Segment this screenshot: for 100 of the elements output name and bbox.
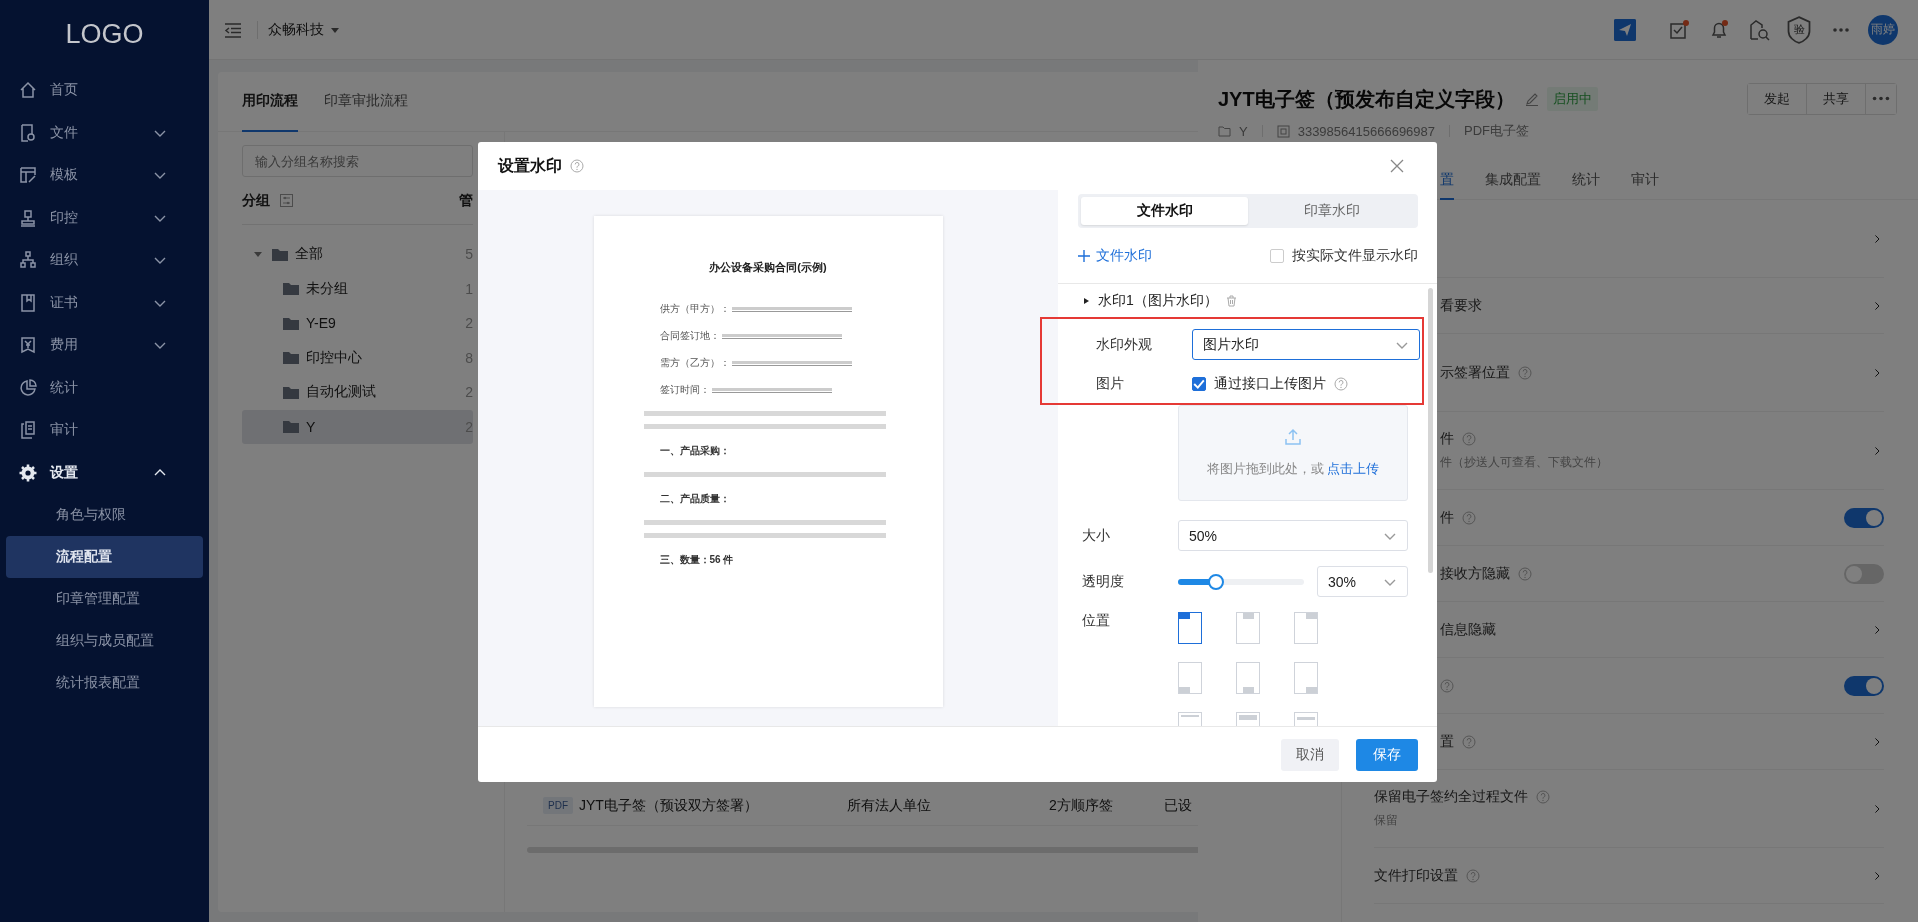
logo-text: LOGO [65,19,144,50]
position-option[interactable] [1178,612,1202,644]
document-text: 合同签订地： [659,328,720,343]
tab[interactable]: 文件水印 [1081,197,1248,225]
sidebar-item[interactable]: 首页 [0,69,209,112]
tab[interactable]: 审计 [1631,162,1659,200]
stamp-icon [18,207,38,228]
dialog-title: 设置水印 [498,155,562,176]
tab[interactable]: 用印流程 [242,72,298,132]
sidebar-subitem[interactable]: 流程配置 [6,536,203,578]
folder-icon [1218,124,1231,138]
field-label: 大小 [1082,526,1111,545]
upload-dropzone[interactable]: 将图片拖到此处，或 点击上传 [1178,405,1408,501]
filter-settings-icon[interactable] [280,194,293,207]
column-header: 管 [459,191,473,210]
plus-icon [1078,249,1090,262]
sidebar-item[interactable]: 文件 [0,111,209,154]
document-heading: 二、产品质量： [659,491,731,506]
select-field[interactable]: 30% [1317,566,1408,597]
document-text: 签订时间： [659,382,710,397]
status-badge: 启用中 [1546,87,1598,111]
help-icon [1334,377,1348,391]
select-field[interactable]: 50% [1178,520,1408,551]
checkbox[interactable]: 按实际文件显示水印 [1270,246,1418,265]
action-button[interactable]: 发起 [1748,84,1807,114]
folder-icon [282,384,300,400]
search-field[interactable]: 输入分组名称搜索 [242,145,473,177]
folder-icon [282,315,300,331]
tab[interactable]: 印章水印 [1248,197,1415,225]
shield-icon [1786,15,1812,44]
sidebar-item[interactable]: 统计 [0,366,209,409]
verify-button[interactable]: 验 [1786,15,1812,44]
sidebar-subitem[interactable]: 组织与成员配置 [6,620,203,662]
table-cell-text: JYT电子签（预设双方签署） [579,796,759,815]
document-heading: 三、数量：56 件 [659,552,735,567]
settings-row[interactable]: 文件打印设置 [1374,848,1884,904]
folder-icon [271,246,289,262]
field-label: 图片 [1096,375,1125,393]
folder-icon [282,281,300,297]
toggle-switch[interactable] [1844,675,1884,696]
trash-icon[interactable] [1225,294,1237,307]
id-card-icon [1276,124,1290,138]
org-switcher[interactable]: 众畅科技 [268,20,340,39]
yen-receipt-icon [18,335,38,356]
more-icon [1872,96,1890,102]
pencil-icon[interactable] [1524,92,1539,106]
template-icon [18,165,38,186]
slider-thumb[interactable] [1207,573,1224,590]
sidebar-subitem[interactable]: 统计报表配置 [6,662,203,704]
drawer-title: JYT电子签（预发布自定义字段） [1218,86,1515,112]
tab[interactable]: 置 [1440,162,1454,200]
scrollbar-thumb[interactable] [1428,288,1433,573]
tab[interactable]: 统计 [1572,162,1600,200]
close-icon[interactable] [1390,159,1404,173]
folder-icon [282,419,300,435]
cancel-button[interactable]: 取消 [1281,738,1339,771]
field-label: 透明度 [1082,572,1125,591]
checkbox-box[interactable] [1192,377,1206,391]
document-heading: 一、产品采购： [659,443,731,458]
folder-name: Y [1239,123,1248,139]
setting-description: 保留 [1374,812,1399,829]
sidebar-item[interactable]: 设置 [0,451,209,494]
save-button[interactable]: 保存 [1356,738,1418,771]
sidebar-item[interactable]: 组织 [0,239,209,282]
table-cell-text: 2方顺序签 [1049,796,1114,815]
check-icon [1193,378,1205,390]
slider-track[interactable] [1178,573,1304,590]
template-id: 3339856415666696987 [1297,123,1436,139]
table-cell: 已设 [1164,796,1192,815]
help-icon [570,159,584,173]
sidebar-item[interactable]: 证书 [0,281,209,324]
sidebar-item[interactable]: 审计 [0,409,209,452]
template-type: PDF电子签 [1464,122,1530,140]
toggle-switch[interactable] [1844,507,1884,528]
send-icon[interactable] [1614,18,1636,41]
column-header: 分组 [242,191,270,210]
document-title: 办公设备采购合同(示例) [708,260,828,275]
gear-icon [18,462,38,483]
org-chart-icon [18,250,38,271]
user-avatar[interactable]: 雨婷 [1868,14,1898,45]
checkbox[interactable]: 通过接口上传图片 [1192,375,1326,393]
sidebar-item[interactable]: 印控 [0,196,209,239]
tab[interactable]: 印章审批流程 [324,72,408,132]
file-type-badge: PDF [543,797,573,814]
folder-icon [282,350,300,366]
sidebar-subitem[interactable]: 角色与权限 [6,494,203,536]
tab[interactable]: 集成配置 [1485,162,1541,200]
document-icon [18,122,38,143]
toggle-switch[interactable] [1844,563,1884,584]
field-label: 位置 [1082,612,1111,630]
add-watermark-button[interactable]: 文件水印 [1078,246,1152,265]
select-field[interactable]: 图片水印 [1192,329,1420,360]
sidebar-item[interactable]: 费用 [0,324,209,367]
document-text: 供方（甲方）： [659,301,730,316]
home-icon [18,80,38,101]
sidebar-item[interactable]: 模板 [0,154,209,197]
upload-icon [1284,428,1302,446]
task-check-icon[interactable] [1668,18,1690,41]
sidebar-subitem[interactable]: 印章管理配置 [6,578,203,620]
document-search-icon[interactable] [1748,18,1770,41]
